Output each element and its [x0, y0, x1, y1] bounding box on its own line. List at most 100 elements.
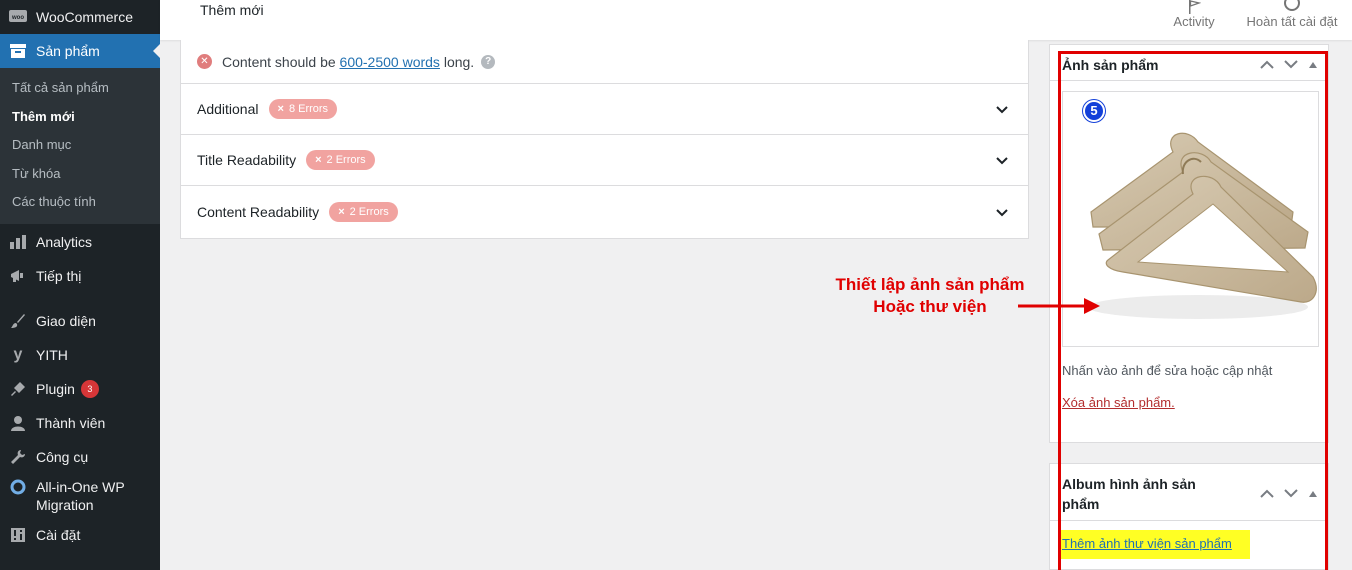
woocommerce-icon: woo	[9, 8, 27, 26]
menu-migration[interactable]: All-in-One WP Migration	[0, 474, 160, 520]
seo-analysis-panel: ✕ Content should be 600-2500 words long.…	[180, 40, 1029, 239]
collapse-toggle-icon[interactable]	[1308, 486, 1318, 501]
submenu-categories[interactable]: Danh mục	[0, 131, 160, 160]
menu-plugins[interactable]: Plugin 3	[0, 372, 160, 406]
move-down-icon[interactable]	[1284, 486, 1298, 501]
content-length-message: ✕ Content should be 600-2500 words long.…	[181, 40, 1028, 84]
archive-icon	[9, 42, 27, 60]
wrench-icon	[9, 448, 27, 466]
admin-sidebar: woo WooCommerce Sản phẩm Tất cả sản phẩm…	[0, 0, 161, 570]
chevron-down-icon[interactable]	[996, 101, 1008, 117]
content-msg-before: Content should be	[222, 53, 340, 70]
migration-line2: Migration	[36, 496, 94, 513]
remove-product-image-link[interactable]: Xóa ảnh sản phẩm.	[1062, 395, 1175, 410]
menu-plugins-label: Plugin	[36, 380, 75, 397]
product-image[interactable]: 5	[1062, 91, 1319, 347]
seo-section-additional[interactable]: Additional × 8 Errors	[181, 84, 1028, 135]
content-msg-after: long.	[439, 53, 475, 70]
box-controls	[1260, 486, 1318, 501]
seo-section-content-readability[interactable]: Content Readability × 2 Errors	[181, 186, 1028, 237]
product-image-title: Ảnh sản phẩm	[1062, 57, 1159, 73]
menu-appearance-label: Giao diện	[36, 312, 96, 329]
submenu-add-new[interactable]: Thêm mới	[0, 103, 160, 132]
product-image-box-header: Ảnh sản phẩm	[1050, 45, 1328, 81]
flag-icon	[1168, 0, 1220, 14]
error-count-text: 2 Errors	[349, 205, 389, 218]
box-controls	[1260, 57, 1318, 72]
chevron-down-icon[interactable]	[996, 152, 1008, 168]
activity-label: Activity	[1173, 14, 1215, 29]
move-up-icon[interactable]	[1260, 57, 1274, 72]
product-gallery-box-header: Album hình ảnh sản phẩm	[1050, 464, 1328, 521]
error-count-badge: × 2 Errors	[329, 201, 398, 222]
menu-migration-label: All-in-One WP Migration	[36, 478, 125, 514]
seo-section-title-readability[interactable]: Title Readability × 2 Errors	[181, 135, 1028, 186]
move-down-icon[interactable]	[1284, 57, 1298, 72]
settings-icon	[9, 526, 27, 544]
move-up-icon[interactable]	[1260, 486, 1274, 501]
menu-analytics[interactable]: Analytics	[0, 225, 160, 259]
megaphone-icon	[9, 267, 27, 285]
error-count-badge: × 2 Errors	[306, 150, 375, 170]
gallery-title-line1: Album hình ảnh sản	[1062, 476, 1196, 492]
svg-text:woo: woo	[11, 15, 24, 21]
menu-analytics-label: Analytics	[36, 233, 93, 250]
menu-tools-label: Công cụ	[36, 448, 89, 465]
menu-settings-label: Cài đặt	[36, 526, 81, 543]
menu-users[interactable]: Thành viên	[0, 406, 160, 440]
error-count-text: 8 Errors	[288, 103, 329, 115]
menu-settings[interactable]: Cài đặt	[0, 518, 160, 552]
menu-woocommerce[interactable]: woo WooCommerce	[0, 0, 160, 34]
hanger-image	[1088, 132, 1317, 319]
submenu-tags[interactable]: Từ khóa	[0, 160, 160, 189]
progress-ring-icon	[1242, 0, 1342, 14]
menu-users-label: Thành viên	[36, 414, 106, 431]
finish-setup-label: Hoàn tất cài đặt	[1246, 14, 1338, 29]
section-label: Content Readability	[197, 203, 320, 220]
word-count-link[interactable]: 600-2500 words	[340, 54, 440, 70]
finish-setup-button[interactable]: Hoàn tất cài đặt	[1242, 0, 1342, 29]
submenu-attributes[interactable]: Các thuộc tính	[0, 188, 160, 217]
close-icon: ×	[338, 205, 345, 218]
gallery-title-line2: phẩm	[1062, 496, 1100, 512]
product-image-box: Ảnh sản phẩm 5 Nhấn vào ảnh để sửa hoặc …	[1049, 44, 1329, 443]
close-icon: ×	[277, 103, 284, 115]
section-label: Title Readability	[197, 152, 297, 168]
menu-woocommerce-label: WooCommerce	[36, 9, 133, 25]
page-title: Thêm mới	[200, 2, 264, 18]
annotation-arrow-icon	[1018, 298, 1100, 314]
menu-marketing[interactable]: Tiếp thị	[0, 259, 160, 293]
bar-chart-icon	[9, 233, 27, 251]
products-submenu: Tất cả sản phẩm Thêm mới Danh mục Từ khó…	[0, 68, 160, 224]
add-gallery-images-link[interactable]: Thêm ảnh thư viện sản phẩm	[1060, 530, 1250, 559]
image-edit-hint: Nhấn vào ảnh để sửa hoặc cập nhật	[1062, 363, 1273, 378]
menu-marketing-label: Tiếp thị	[36, 267, 82, 284]
menu-products[interactable]: Sản phẩm	[0, 34, 161, 68]
menu-yith-label: YITH	[36, 346, 68, 363]
activity-button[interactable]: Activity	[1168, 0, 1220, 29]
menu-yith[interactable]: y YITH	[0, 338, 160, 372]
help-icon[interactable]: ?	[481, 54, 496, 69]
plugin-update-count: 3	[80, 379, 99, 398]
close-icon: ×	[315, 154, 322, 166]
annotation-line1: Thiết lập ảnh sản phẩm	[835, 275, 1025, 294]
user-icon	[9, 414, 27, 432]
menu-products-label: Sản phẩm	[36, 43, 100, 59]
top-bar: Thêm mới Activity Hoàn tất cài đặt	[160, 0, 1352, 40]
migration-line1: All-in-One WP	[36, 478, 125, 495]
product-gallery-title: Album hình ảnh sản phẩm	[1062, 474, 1196, 514]
product-gallery-box: Album hình ảnh sản phẩm Thêm ảnh thư việ…	[1049, 463, 1329, 570]
migration-icon	[9, 478, 27, 496]
error-count-badge: × 8 Errors	[268, 99, 338, 119]
error-x-icon: ✕	[197, 54, 212, 69]
menu-tools[interactable]: Công cụ	[0, 440, 160, 474]
step-number-badge: 5	[1083, 100, 1105, 122]
yith-icon: y	[13, 345, 23, 363]
plug-icon	[9, 380, 27, 398]
chevron-down-icon[interactable]	[996, 204, 1008, 220]
error-count-text: 2 Errors	[326, 154, 366, 166]
collapse-toggle-icon[interactable]	[1308, 57, 1318, 72]
paintbrush-icon	[9, 312, 27, 330]
submenu-all-products[interactable]: Tất cả sản phẩm	[0, 74, 160, 103]
menu-appearance[interactable]: Giao diện	[0, 304, 160, 338]
